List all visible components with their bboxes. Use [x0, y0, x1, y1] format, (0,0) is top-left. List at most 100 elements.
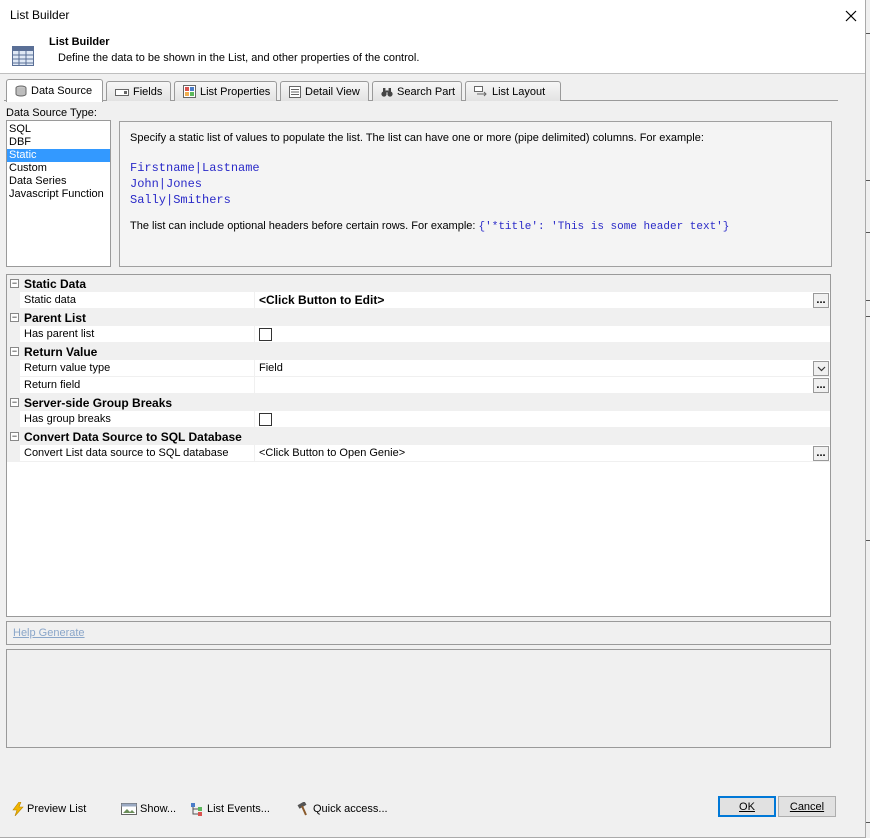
example-line: Sally|Smithers	[130, 193, 231, 207]
ok-label: OK	[739, 800, 755, 813]
data-source-type-list[interactable]: SQL DBF Static Custom Data Series Javasc…	[6, 120, 111, 267]
edit-ellipsis-button[interactable]: ...	[813, 446, 829, 461]
binoculars-icon	[381, 87, 393, 97]
property-value[interactable]: Field	[255, 360, 830, 376]
header-example: {'*title': 'This is some header text'}	[478, 221, 730, 233]
category-static-data[interactable]: − Static Data	[7, 275, 830, 292]
show-button[interactable]: Show...	[121, 800, 176, 818]
category-convert-data-source[interactable]: − Convert Data Source to SQL Database	[7, 428, 830, 445]
row-indent	[7, 411, 20, 428]
property-name: Return value type	[7, 360, 255, 376]
tab-data-source[interactable]: Data Source	[6, 79, 103, 102]
background-mark	[866, 540, 870, 541]
preview-list-label: Preview List	[27, 803, 87, 815]
list-item[interactable]: SQL	[7, 123, 110, 136]
category-server-side-group-breaks[interactable]: − Server-side Group Breaks	[7, 394, 830, 411]
property-value[interactable]	[255, 411, 830, 427]
close-button[interactable]	[838, 4, 864, 28]
tab-list-properties[interactable]: List Properties	[174, 81, 277, 101]
cancel-label: Cancel	[789, 800, 825, 813]
list-layout-icon	[474, 85, 487, 96]
collapse-toggle[interactable]: −	[10, 432, 19, 441]
category-title: Return Value	[24, 344, 98, 359]
events-tree-icon	[191, 803, 202, 816]
help-generate-link[interactable]: Help Generate	[13, 627, 85, 639]
collapse-toggle[interactable]: −	[10, 347, 19, 356]
list-item[interactable]: Data Series	[7, 175, 110, 188]
property-value-text: <Click Button to Open Genie>	[259, 447, 406, 459]
property-row-has-parent-list[interactable]: Has parent list	[7, 326, 830, 343]
background-mark	[866, 316, 870, 317]
list-properties-icon	[183, 85, 196, 98]
property-row-return-value-type[interactable]: Return value type Field	[7, 360, 830, 377]
tab-detail-view[interactable]: Detail View	[280, 81, 369, 101]
category-parent-list[interactable]: − Parent List	[7, 309, 830, 326]
data-source-type-label: Data Source Type:	[6, 107, 97, 119]
edit-ellipsis-button[interactable]: ...	[813, 293, 829, 308]
detail-view-icon	[289, 85, 301, 98]
tab-list-layout[interactable]: List Layout	[465, 81, 561, 101]
close-icon	[845, 10, 857, 22]
list-grid-icon	[12, 46, 34, 66]
property-value[interactable]	[255, 326, 830, 342]
quick-access-button[interactable]: Quick access...	[296, 800, 388, 818]
property-name: Convert List data source to SQL database	[7, 445, 255, 461]
category-title: Convert Data Source to SQL Database	[24, 429, 242, 444]
background-mark	[866, 300, 870, 301]
has-parent-list-checkbox[interactable]	[259, 327, 272, 341]
property-row-convert-to-sql[interactable]: Convert List data source to SQL database…	[7, 445, 830, 462]
property-row-has-group-breaks[interactable]: Has group breaks	[7, 411, 830, 428]
tab-fields[interactable]: Fields	[106, 81, 171, 101]
property-name: Static data	[7, 292, 255, 308]
property-value-text: <Click Button to Edit>	[259, 293, 385, 307]
lightning-icon	[12, 802, 24, 816]
has-group-breaks-checkbox[interactable]	[259, 412, 272, 426]
data-source-help-box: Specify a static list of values to popul…	[119, 121, 832, 267]
list-events-button[interactable]: List Events...	[190, 800, 270, 818]
collapse-toggle[interactable]: −	[10, 313, 19, 322]
property-value[interactable]: <Click Button to Edit> ...	[255, 292, 830, 308]
list-item[interactable]: DBF	[7, 136, 110, 149]
list-item-selected[interactable]: Static	[7, 149, 110, 162]
property-value[interactable]: ...	[255, 377, 830, 393]
header-subtitle: Define the data to be shown in the List,…	[58, 52, 420, 64]
row-indent	[7, 292, 20, 309]
preview-list-button[interactable]: Preview List	[12, 800, 86, 818]
background-mark	[866, 33, 870, 34]
category-return-value[interactable]: − Return Value	[7, 343, 830, 360]
image-window-icon	[121, 803, 137, 815]
help-text: Specify a static list of values to popul…	[130, 132, 704, 144]
tab-label: List Properties	[200, 85, 271, 98]
hammer-icon	[297, 802, 307, 816]
property-row-return-field[interactable]: Return field ...	[7, 377, 830, 394]
dialog-header: List Builder Define the data to be shown…	[0, 32, 865, 74]
property-row-static-data[interactable]: Static data <Click Button to Edit> ...	[7, 292, 830, 309]
header-title: List Builder	[49, 36, 110, 48]
list-item[interactable]: Javascript Function	[7, 188, 110, 201]
dropdown-button[interactable]	[813, 361, 829, 376]
help-generate-bar: Help Generate	[6, 621, 831, 645]
cancel-button[interactable]: Cancel	[778, 796, 836, 817]
category-title: Server-side Group Breaks	[24, 395, 173, 410]
show-label: Show...	[140, 803, 177, 815]
ok-button[interactable]: OK	[718, 796, 776, 817]
description-box	[6, 649, 831, 748]
list-builder-dialog: List Builder List Builder Define the dat…	[0, 0, 866, 838]
collapse-toggle[interactable]: −	[10, 279, 19, 288]
background-mark	[866, 232, 870, 233]
collapse-toggle[interactable]: −	[10, 398, 19, 407]
background-mark	[866, 822, 870, 823]
tab-bar: Data Source Fields List Properties Detai…	[4, 79, 838, 102]
edit-ellipsis-button[interactable]: ...	[813, 378, 829, 393]
example-line: Firstname|Lastname	[130, 161, 260, 175]
row-indent	[7, 445, 20, 462]
tab-label: Detail View	[305, 85, 360, 98]
row-indent	[7, 326, 20, 343]
tab-label: Fields	[133, 85, 163, 98]
property-value[interactable]: <Click Button to Open Genie> ...	[255, 445, 830, 461]
list-item[interactable]: Custom	[7, 162, 110, 175]
property-name: Has parent list	[7, 326, 255, 342]
title-bar[interactable]: List Builder	[0, 0, 865, 32]
tab-search-part[interactable]: Search Part	[372, 81, 462, 101]
property-value-text: Field	[259, 362, 283, 374]
